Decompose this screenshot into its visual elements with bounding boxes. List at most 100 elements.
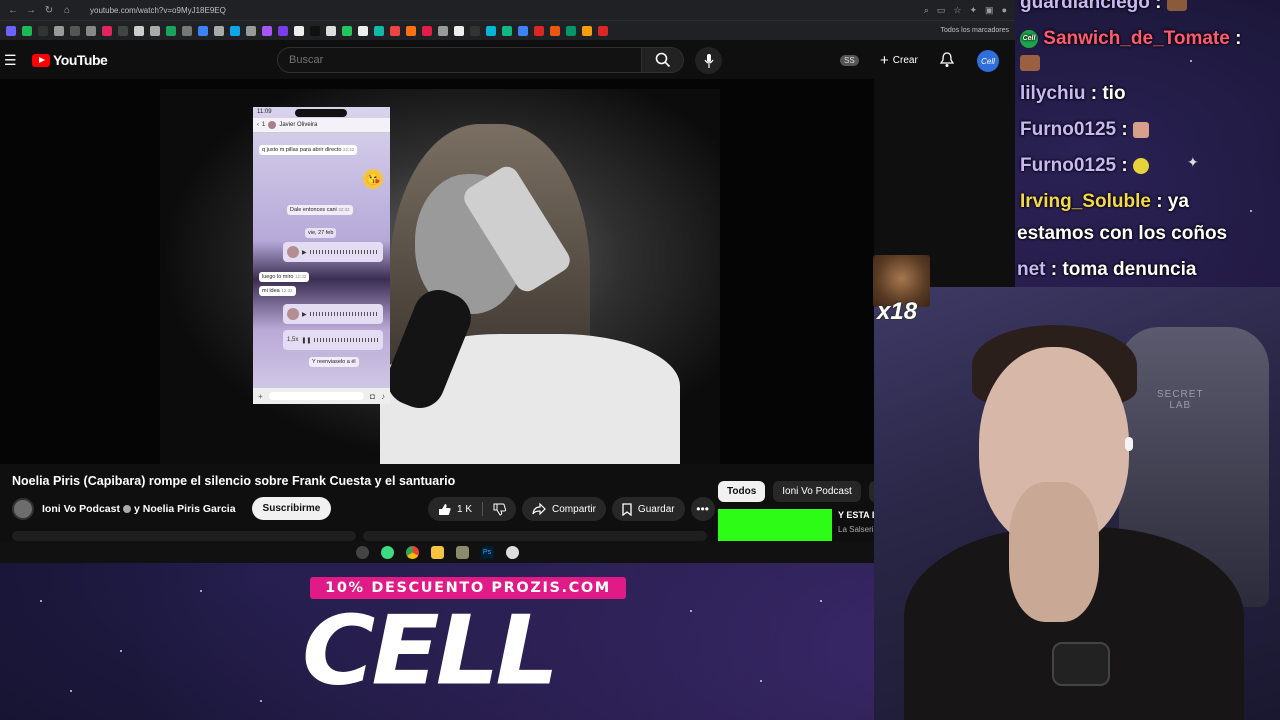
kiss-emoji: 😘 — [363, 169, 383, 189]
chat-separator: : — [1116, 155, 1128, 176]
save-button[interactable]: Guardar — [611, 497, 685, 521]
video-player[interactable]: 11:09 ‹ 1 Javier Oliveira q justo m pill… — [0, 79, 874, 464]
bookmark-icon[interactable] — [358, 25, 368, 36]
comment-box[interactable] — [363, 531, 707, 541]
youtube-logo[interactable]: YouTube — [32, 52, 108, 68]
notifications-bell-icon[interactable] — [940, 52, 954, 68]
app-icon[interactable] — [505, 545, 519, 559]
bookmark-icon[interactable] — [470, 25, 480, 36]
bookmark-icon[interactable] — [438, 25, 448, 36]
recommended-video-title[interactable]: Y ESTA L — [838, 510, 877, 520]
dislike-button[interactable] — [483, 503, 516, 516]
bookmark-icon[interactable] — [406, 25, 416, 36]
account-avatar[interactable]: Cell — [977, 50, 999, 72]
bookmark-icon[interactable] — [278, 25, 288, 36]
profile-icon[interactable]: ● — [1002, 5, 1007, 16]
like-button[interactable]: 1 K — [428, 502, 484, 516]
bookmark-icon[interactable] — [550, 25, 560, 36]
bookmark-icon[interactable] — [214, 25, 224, 36]
chrome-icon[interactable] — [405, 545, 419, 559]
bookmark-icon[interactable] — [502, 25, 512, 36]
bookmark-icon[interactable] — [566, 25, 576, 36]
description-box[interactable] — [12, 531, 356, 541]
bookmark-icon[interactable] — [326, 25, 336, 36]
reload-icon[interactable]: ↻ — [44, 5, 54, 16]
bookmark-icon[interactable] — [534, 25, 544, 36]
chat-message: mi idea 12:32 — [259, 286, 296, 296]
cast-icon[interactable]: ▭ — [937, 5, 946, 16]
bookmark-icon[interactable] — [70, 25, 80, 36]
bookmark-icon[interactable] — [182, 25, 192, 36]
bookmark-icon[interactable] — [22, 25, 32, 36]
collab-channel[interactable]: y Noelia Piris Garcia — [134, 503, 236, 515]
streamer-hand — [1009, 482, 1099, 622]
all-bookmarks-folder[interactable]: Todos los marcadores — [941, 27, 1009, 34]
bookmark-icon[interactable] — [518, 25, 528, 36]
subscribe-button[interactable]: Suscribirme — [251, 497, 332, 520]
voice-sender-avatar — [287, 246, 299, 258]
bookmark-icon[interactable] — [150, 25, 160, 36]
bookmark-icon[interactable] — [582, 25, 592, 36]
bookmark-icon[interactable] — [54, 25, 64, 36]
create-button[interactable]: + Crear — [872, 49, 926, 71]
bookmark-icon[interactable] — [118, 25, 128, 36]
bookmark-icon[interactable] — [262, 25, 272, 36]
bookmark-icon[interactable] — [454, 25, 464, 36]
bookmark-icon[interactable] — [422, 25, 432, 36]
bookmark-icon[interactable] — [486, 25, 496, 36]
recommended-video-channel[interactable]: La Salseri — [838, 525, 874, 534]
bookmark-icon[interactable] — [38, 25, 48, 36]
chat-date-pill: vie, 27 feb — [305, 228, 337, 238]
bookmark-icon[interactable] — [342, 25, 352, 36]
more-actions-button[interactable]: ••• — [690, 497, 715, 521]
bookmark-icon[interactable] — [102, 25, 112, 36]
chat-username: Sanwich_de_Tomate — [1043, 28, 1230, 49]
channel-names[interactable]: Ioni Vo Podcast y Noelia Piris Garcia — [42, 503, 236, 515]
menu-icon[interactable]: ☰ — [4, 52, 17, 69]
channel-name[interactable]: Ioni Vo Podcast — [42, 503, 120, 515]
bookmark-icon[interactable] — [598, 25, 608, 36]
bookmark-icon[interactable] — [6, 25, 16, 36]
chat-line — [1020, 52, 1040, 74]
search-button[interactable] — [642, 47, 684, 73]
channel-avatar[interactable] — [12, 497, 34, 520]
extensions-puzzle-icon[interactable]: ▣ — [985, 5, 994, 16]
share-button[interactable]: Compartir — [522, 497, 606, 521]
bookmark-icon[interactable] — [246, 25, 256, 36]
address-bar: ← → ↻ ⌂ youtube.com/watch?v=o9MyJ18E9EQ … — [0, 0, 1015, 20]
back-icon[interactable]: ← — [8, 5, 18, 16]
chat-message: tio — [1097, 83, 1126, 104]
search-icon — [655, 52, 670, 68]
recommended-video-thumbnail[interactable] — [718, 509, 832, 541]
bookmarks-bar: Todos los marcadores — [0, 20, 1015, 40]
photoshop-icon[interactable]: Ps — [480, 545, 494, 559]
app-icon[interactable] — [380, 545, 394, 559]
extension-icon[interactable]: ✦ — [970, 5, 978, 16]
bookmark-icon[interactable] — [390, 25, 400, 36]
bookmark-icon[interactable] — [374, 25, 384, 36]
voice-waveform — [314, 338, 379, 342]
star-icon[interactable]: ☆ — [953, 5, 961, 16]
app-icon[interactable] — [455, 545, 469, 559]
search-input[interactable] — [277, 47, 642, 73]
bookmark-icon[interactable] — [230, 25, 240, 36]
bookmark-icon[interactable] — [166, 25, 176, 36]
bookmark-icon[interactable] — [198, 25, 208, 36]
bookmark-icon[interactable] — [310, 25, 320, 36]
home-icon[interactable]: ⌂ — [62, 5, 72, 16]
bookmark-icon[interactable] — [294, 25, 304, 36]
chat-line: estamos con los coños — [1017, 223, 1227, 245]
chip-todos[interactable]: Todos — [718, 481, 766, 502]
bookmark-icon[interactable] — [134, 25, 144, 36]
url-field[interactable]: youtube.com/watch?v=o9MyJ18E9EQ — [90, 6, 226, 15]
zoom-icon[interactable]: ⌕ — [924, 5, 929, 16]
ss-badge[interactable]: SS — [840, 55, 859, 66]
chat-separator: : — [1229, 28, 1242, 49]
voice-search-button[interactable] — [695, 47, 722, 74]
folder-icon[interactable] — [430, 545, 444, 559]
forward-icon[interactable]: → — [26, 5, 36, 16]
bookmark-icon[interactable] — [86, 25, 96, 36]
obs-icon[interactable] — [355, 545, 369, 559]
back-arrow-icon: ‹ — [257, 122, 259, 128]
chip-channel[interactable]: Ioni Vo Podcast — [773, 481, 861, 502]
